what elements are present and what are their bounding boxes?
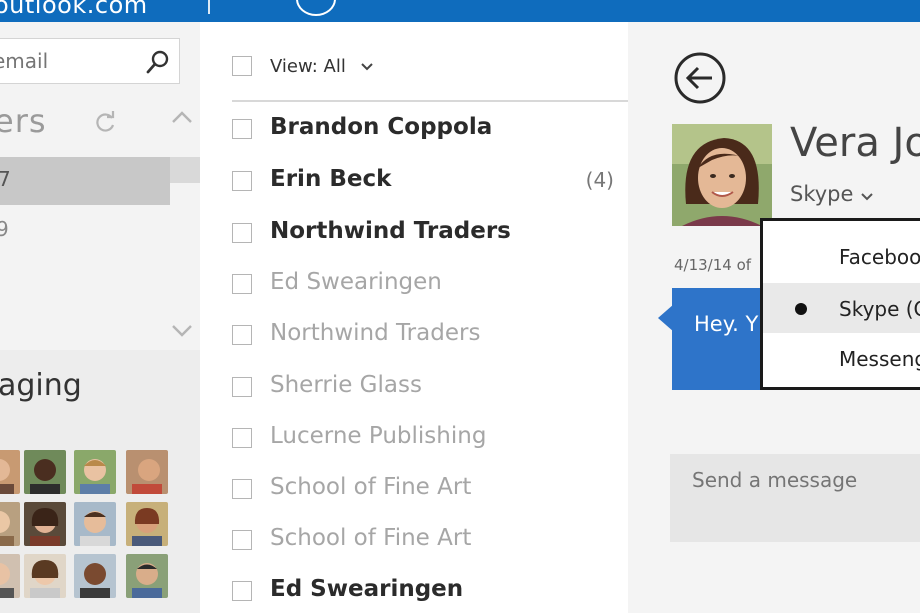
contact-avatar[interactable] [24, 554, 66, 598]
message-checkbox[interactable] [232, 171, 252, 191]
message-sender: Erin Beck [270, 166, 392, 192]
search-box [0, 38, 180, 84]
message-checkbox[interactable] [232, 119, 252, 139]
message-input[interactable] [670, 454, 920, 542]
contact-avatar[interactable] [0, 502, 20, 546]
folder-item[interactable]: 9 [0, 212, 170, 252]
message-checkbox[interactable] [232, 530, 252, 550]
message-text: Hey. Y [694, 312, 759, 336]
contact-name: Vera Jo [790, 120, 920, 166]
message-sender: Brandon Coppola [270, 114, 493, 140]
contact-avatar[interactable] [24, 502, 66, 546]
view-filter-label[interactable]: View: All [270, 56, 346, 77]
message-sender: Northwind Traders [270, 320, 481, 346]
contact-avatar[interactable] [0, 450, 20, 494]
contact-avatar[interactable] [74, 450, 116, 494]
dropdown-item-facebook[interactable]: Faceboo [763, 231, 920, 281]
message-row[interactable]: Ed Swearingen [232, 570, 622, 613]
contact-photo [672, 124, 772, 226]
scroll-up-icon[interactable] [170, 108, 194, 126]
messaging-panel: aging [0, 350, 200, 613]
contact-avatar[interactable] [74, 502, 116, 546]
message-bubble-tail [658, 304, 674, 332]
message-sender: Ed Swearingen [270, 269, 442, 295]
message-row[interactable]: Northwind Traders [232, 212, 622, 256]
chevron-down-icon[interactable] [860, 192, 874, 202]
select-all-checkbox[interactable] [232, 56, 252, 76]
messaging-title: aging [0, 368, 82, 403]
message-row[interactable]: Erin Beck (4) [232, 160, 622, 204]
dropdown-item-label: Messeng [839, 347, 920, 371]
message-row[interactable]: School of Fine Art [232, 468, 622, 512]
contact-avatar[interactable] [74, 554, 116, 598]
message-row[interactable]: Northwind Traders [232, 314, 622, 358]
message-sender: Lucerne Publishing [270, 423, 487, 449]
chevron-down-icon[interactable] [360, 62, 374, 72]
message-list-pane: View: All Brandon Coppola Erin Beck (4) … [200, 22, 628, 613]
refresh-icon[interactable] [92, 110, 118, 136]
service-dropdown: Faceboo Skype (C Messeng [760, 218, 920, 390]
back-arrow-icon[interactable] [672, 50, 728, 106]
service-selector[interactable]: Skype [790, 182, 853, 206]
message-checkbox[interactable] [232, 377, 252, 397]
message-sender: School of Fine Art [270, 474, 472, 500]
scroll-down-icon[interactable] [170, 322, 194, 340]
contact-avatar[interactable] [126, 554, 168, 598]
top-bar: outlook.com [0, 0, 920, 22]
scrollbar-thumb[interactable] [170, 157, 200, 183]
message-checkbox[interactable] [232, 325, 252, 345]
dropdown-item-label: Faceboo [839, 245, 920, 269]
divider [232, 100, 628, 102]
brand-logo[interactable]: outlook.com [0, 0, 148, 20]
message-row[interactable]: Sherrie Glass [232, 366, 622, 410]
contact-avatar[interactable] [126, 450, 168, 494]
folders-title: ers [0, 102, 47, 140]
dropdown-item-label: Skype (C [839, 297, 920, 321]
message-checkbox[interactable] [232, 274, 252, 294]
contact-avatar[interactable] [0, 554, 20, 598]
search-icon[interactable] [145, 49, 171, 75]
message-timestamp: 4/13/14 of [674, 256, 752, 274]
message-sender: Ed Swearingen [270, 576, 464, 602]
message-checkbox[interactable] [232, 479, 252, 499]
search-input[interactable] [0, 39, 137, 83]
left-pane: ers 7 9 aging [0, 22, 200, 613]
dropdown-item-skype[interactable]: Skype (C [763, 283, 920, 333]
conversation-pane: Vera Jo Skype 4/13/14 of Hey. Y Faceboo … [628, 22, 920, 613]
selected-bullet-icon [795, 303, 807, 315]
dropdown-item-messenger[interactable]: Messeng [763, 333, 920, 383]
contact-avatar[interactable] [126, 502, 168, 546]
message-row[interactable]: Ed Swearingen [232, 263, 622, 307]
brand-separator [208, 0, 210, 14]
message-sender: Sherrie Glass [270, 372, 422, 398]
folder-count: 7 [0, 167, 11, 191]
message-row[interactable]: Brandon Coppola [232, 108, 622, 152]
conversation-count: (4) [585, 168, 614, 192]
message-checkbox[interactable] [232, 428, 252, 448]
folder-count: 9 [0, 217, 9, 241]
compose-box [670, 454, 920, 542]
message-checkbox[interactable] [232, 581, 252, 601]
message-sender: School of Fine Art [270, 525, 472, 551]
contact-avatar[interactable] [24, 450, 66, 494]
message-row[interactable]: School of Fine Art [232, 519, 622, 563]
folder-item[interactable]: 7 [0, 157, 170, 205]
message-checkbox[interactable] [232, 223, 252, 243]
message-row[interactable]: Lucerne Publishing [232, 417, 622, 461]
message-sender: Northwind Traders [270, 218, 511, 244]
account-icon[interactable] [296, 0, 336, 16]
